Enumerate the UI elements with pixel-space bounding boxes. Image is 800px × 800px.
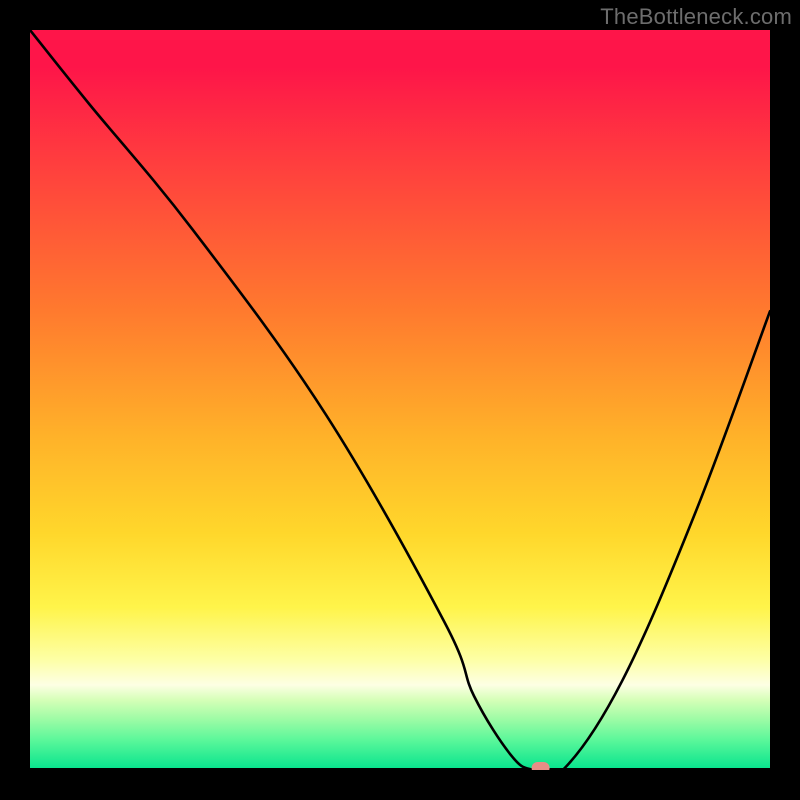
bottleneck-curve xyxy=(30,30,770,770)
plot-area xyxy=(30,30,770,770)
chart-frame: TheBottleneck.com xyxy=(0,0,800,800)
min-point-marker xyxy=(532,762,550,770)
curve-layer xyxy=(30,30,770,770)
watermark-text: TheBottleneck.com xyxy=(600,4,792,30)
